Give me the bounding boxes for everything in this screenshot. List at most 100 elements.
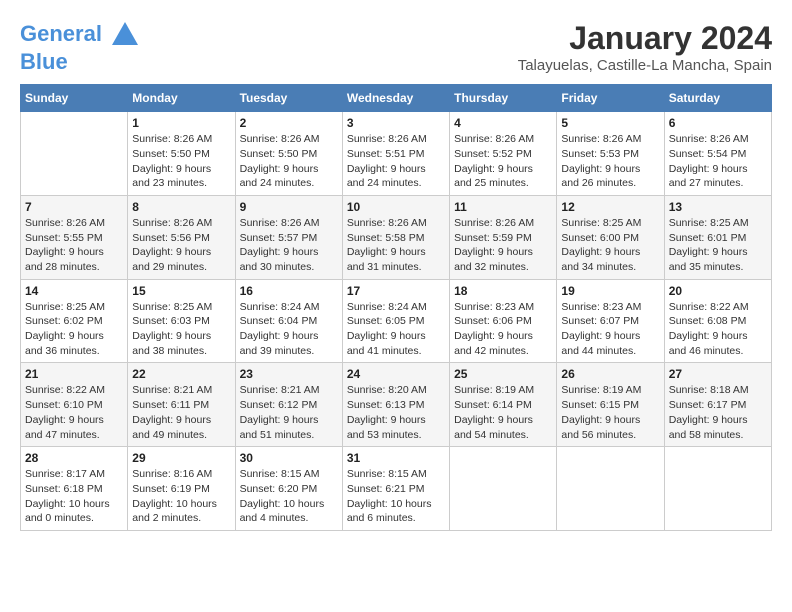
day-info: Sunrise: 8:26 AMSunset: 5:55 PMDaylight:…: [25, 216, 123, 275]
day-number: 23: [240, 367, 338, 381]
calendar-header-thursday: Thursday: [450, 85, 557, 112]
day-info: Sunrise: 8:26 AMSunset: 5:50 PMDaylight:…: [240, 132, 338, 191]
calendar-cell: 22Sunrise: 8:21 AMSunset: 6:11 PMDayligh…: [128, 363, 235, 447]
day-info: Sunrise: 8:26 AMSunset: 5:58 PMDaylight:…: [347, 216, 445, 275]
calendar-week-1: 1 Sunrise: 8:26 AMSunset: 5:50 PMDaylight…: [21, 112, 772, 196]
calendar-cell: 23 Sunrise: 8:21 AMSunset: 6:12 PMDayligh…: [235, 363, 342, 447]
calendar-cell: 14Sunrise: 8:25 AMSunset: 6:02 PMDayligh…: [21, 279, 128, 363]
page-header: General Blue January 2024 Talayuelas, Ca…: [20, 20, 772, 74]
calendar-cell: 5 Sunrise: 8:26 AMSunset: 5:53 PMDaylight…: [557, 112, 664, 196]
calendar-cell: 1Sunrise: 8:26 AMSunset: 5:50 PMDaylight…: [128, 112, 235, 196]
calendar-cell: 21Sunrise: 8:22 AMSunset: 6:10 PMDayligh…: [21, 363, 128, 447]
calendar-cell: 28Sunrise: 8:17 AMSunset: 6:18 PMDayligh…: [21, 447, 128, 531]
calendar-cell: 9 Sunrise: 8:26 AMSunset: 5:57 PMDaylight…: [235, 195, 342, 279]
day-info: Sunrise: 8:26 AMSunset: 5:53 PMDaylight:…: [561, 132, 659, 191]
day-number: 4: [454, 116, 552, 130]
calendar-cell: 11 Sunrise: 8:26 AMSunset: 5:59 PMDayligh…: [450, 195, 557, 279]
day-info: Sunrise: 8:25 AMSunset: 6:03 PMDaylight:…: [132, 300, 230, 359]
calendar-cell: 27Sunrise: 8:18 AMSunset: 6:17 PMDayligh…: [664, 363, 771, 447]
logo-text-blue: Blue: [20, 50, 140, 74]
day-info: Sunrise: 8:26 AMSunset: 5:56 PMDaylight:…: [132, 216, 230, 275]
day-number: 9: [240, 200, 338, 214]
day-number: 3: [347, 116, 445, 130]
calendar-header-monday: Monday: [128, 85, 235, 112]
day-number: 19: [561, 284, 659, 298]
day-info: Sunrise: 8:17 AMSunset: 6:18 PMDaylight:…: [25, 467, 123, 526]
calendar-cell: [557, 447, 664, 531]
day-info: Sunrise: 8:24 AMSunset: 6:05 PMDaylight:…: [347, 300, 445, 359]
day-info: Sunrise: 8:16 AMSunset: 6:19 PMDaylight:…: [132, 467, 230, 526]
day-number: 10: [347, 200, 445, 214]
day-info: Sunrise: 8:23 AMSunset: 6:06 PMDaylight:…: [454, 300, 552, 359]
calendar-header-sunday: Sunday: [21, 85, 128, 112]
calendar-cell: [664, 447, 771, 531]
day-number: 17: [347, 284, 445, 298]
day-number: 11: [454, 200, 552, 214]
calendar-cell: 12 Sunrise: 8:25 AMSunset: 6:00 PMDayligh…: [557, 195, 664, 279]
calendar-cell: 8 Sunrise: 8:26 AMSunset: 5:56 PMDaylight…: [128, 195, 235, 279]
day-number: 8: [132, 200, 230, 214]
calendar-week-3: 14Sunrise: 8:25 AMSunset: 6:02 PMDayligh…: [21, 279, 772, 363]
day-info: Sunrise: 8:15 AMSunset: 6:21 PMDaylight:…: [347, 467, 445, 526]
calendar-cell: 16 Sunrise: 8:24 AMSunset: 6:04 PMDayligh…: [235, 279, 342, 363]
day-info: Sunrise: 8:25 AMSunset: 6:00 PMDaylight:…: [561, 216, 659, 275]
day-number: 18: [454, 284, 552, 298]
day-info: Sunrise: 8:21 AMSunset: 6:12 PMDaylight:…: [240, 383, 338, 442]
calendar-cell: 7 Sunrise: 8:26 AMSunset: 5:55 PMDaylight…: [21, 195, 128, 279]
day-info: Sunrise: 8:26 AMSunset: 5:51 PMDaylight:…: [347, 132, 445, 191]
calendar-cell: 18 Sunrise: 8:23 AMSunset: 6:06 PMDayligh…: [450, 279, 557, 363]
day-info: Sunrise: 8:26 AMSunset: 5:59 PMDaylight:…: [454, 216, 552, 275]
day-info: Sunrise: 8:26 AMSunset: 5:57 PMDaylight:…: [240, 216, 338, 275]
calendar-table: SundayMondayTuesdayWednesdayThursdayFrid…: [20, 84, 772, 531]
day-info: Sunrise: 8:25 AMSunset: 6:02 PMDaylight:…: [25, 300, 123, 359]
calendar-cell: 26 Sunrise: 8:19 AMSunset: 6:15 PMDayligh…: [557, 363, 664, 447]
day-number: 1: [132, 116, 230, 130]
day-number: 26: [561, 367, 659, 381]
day-info: Sunrise: 8:21 AMSunset: 6:11 PMDaylight:…: [132, 383, 230, 442]
day-info: Sunrise: 8:24 AMSunset: 6:04 PMDaylight:…: [240, 300, 338, 359]
day-info: Sunrise: 8:22 AMSunset: 6:08 PMDaylight:…: [669, 300, 767, 359]
calendar-cell: 2 Sunrise: 8:26 AMSunset: 5:50 PMDaylight…: [235, 112, 342, 196]
day-number: 13: [669, 200, 767, 214]
calendar-header-tuesday: Tuesday: [235, 85, 342, 112]
calendar-week-2: 7 Sunrise: 8:26 AMSunset: 5:55 PMDaylight…: [21, 195, 772, 279]
calendar-cell: 25 Sunrise: 8:19 AMSunset: 6:14 PMDayligh…: [450, 363, 557, 447]
calendar-cell: 13 Sunrise: 8:25 AMSunset: 6:01 PMDayligh…: [664, 195, 771, 279]
day-info: Sunrise: 8:15 AMSunset: 6:20 PMDaylight:…: [240, 467, 338, 526]
day-number: 12: [561, 200, 659, 214]
day-info: Sunrise: 8:23 AMSunset: 6:07 PMDaylight:…: [561, 300, 659, 359]
calendar-header-friday: Friday: [557, 85, 664, 112]
day-info: Sunrise: 8:26 AMSunset: 5:54 PMDaylight:…: [669, 132, 767, 191]
calendar-cell: 31 Sunrise: 8:15 AMSunset: 6:21 PMDayligh…: [342, 447, 449, 531]
day-number: 15: [132, 284, 230, 298]
day-number: 16: [240, 284, 338, 298]
calendar-week-4: 21Sunrise: 8:22 AMSunset: 6:10 PMDayligh…: [21, 363, 772, 447]
calendar-week-5: 28Sunrise: 8:17 AMSunset: 6:18 PMDayligh…: [21, 447, 772, 531]
calendar-cell: 19 Sunrise: 8:23 AMSunset: 6:07 PMDayligh…: [557, 279, 664, 363]
page-subtitle: Talayuelas, Castille-La Mancha, Spain: [518, 57, 772, 74]
day-number: 6: [669, 116, 767, 130]
day-info: Sunrise: 8:26 AMSunset: 5:52 PMDaylight:…: [454, 132, 552, 191]
page-title: January 2024: [518, 20, 772, 57]
calendar-cell: 15 Sunrise: 8:25 AMSunset: 6:03 PMDayligh…: [128, 279, 235, 363]
day-number: 2: [240, 116, 338, 130]
calendar-cell: [450, 447, 557, 531]
day-info: Sunrise: 8:25 AMSunset: 6:01 PMDaylight:…: [669, 216, 767, 275]
day-number: 25: [454, 367, 552, 381]
logo-text: General: [20, 20, 140, 50]
day-number: 29: [132, 451, 230, 465]
day-info: Sunrise: 8:19 AMSunset: 6:15 PMDaylight:…: [561, 383, 659, 442]
day-number: 5: [561, 116, 659, 130]
calendar-cell: 10 Sunrise: 8:26 AMSunset: 5:58 PMDayligh…: [342, 195, 449, 279]
day-number: 7: [25, 200, 123, 214]
title-block: January 2024 Talayuelas, Castille-La Man…: [518, 20, 772, 74]
calendar-cell: 3 Sunrise: 8:26 AMSunset: 5:51 PMDaylight…: [342, 112, 449, 196]
calendar-header-saturday: Saturday: [664, 85, 771, 112]
day-number: 31: [347, 451, 445, 465]
calendar-cell: 24Sunrise: 8:20 AMSunset: 6:13 PMDayligh…: [342, 363, 449, 447]
calendar-header-row: SundayMondayTuesdayWednesdayThursdayFrid…: [21, 85, 772, 112]
day-info: Sunrise: 8:19 AMSunset: 6:14 PMDaylight:…: [454, 383, 552, 442]
day-info: Sunrise: 8:22 AMSunset: 6:10 PMDaylight:…: [25, 383, 123, 442]
calendar-cell: 20Sunrise: 8:22 AMSunset: 6:08 PMDayligh…: [664, 279, 771, 363]
day-number: 27: [669, 367, 767, 381]
